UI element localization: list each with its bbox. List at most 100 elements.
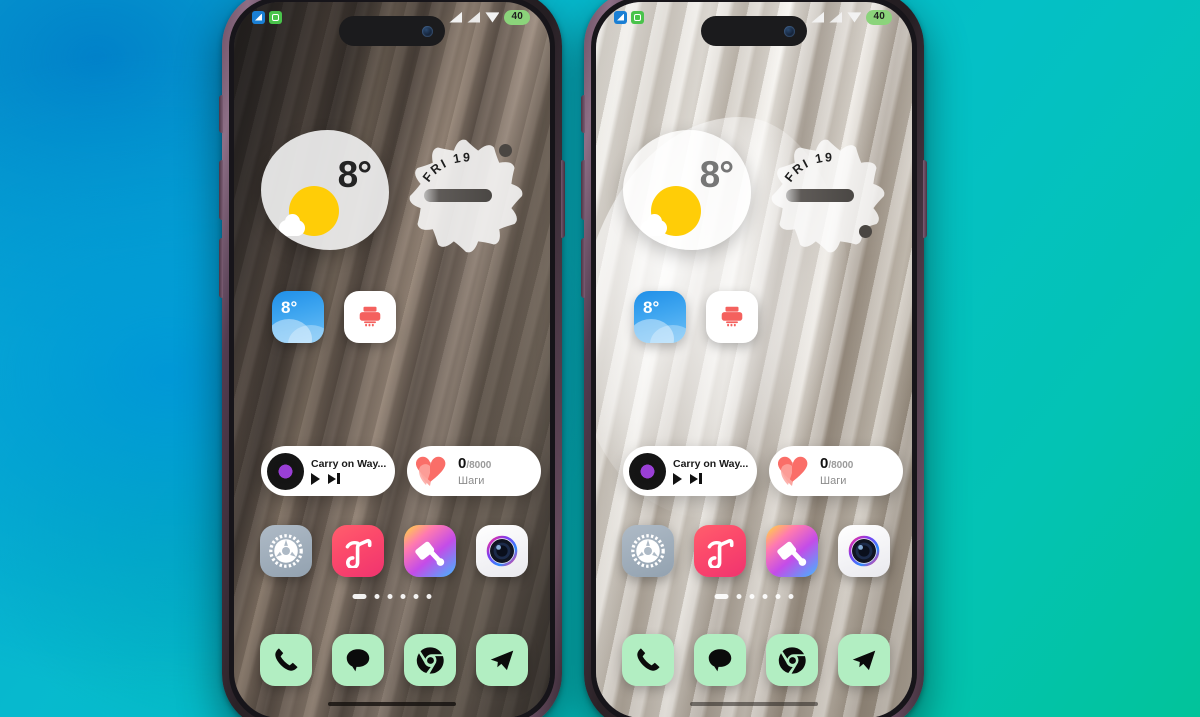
- telegram-app-icon[interactable]: [838, 634, 890, 686]
- page-dot[interactable]: [387, 594, 393, 599]
- clock-widget[interactable]: FRI 19: [764, 132, 892, 260]
- page-dot[interactable]: [788, 594, 794, 599]
- page-dot[interactable]: [374, 594, 380, 599]
- telegram-app-icon[interactable]: [476, 634, 528, 686]
- paint-roller-icon: [415, 541, 445, 566]
- themes-app-icon[interactable]: [404, 525, 456, 577]
- page-indicator[interactable]: [714, 594, 794, 599]
- weather-app-icon[interactable]: 8°: [272, 291, 324, 343]
- page-dot[interactable]: [762, 594, 768, 599]
- weather-widget[interactable]: 8°: [623, 130, 751, 250]
- music-app-icon[interactable]: [694, 525, 746, 577]
- settings-app-icon[interactable]: [260, 525, 312, 577]
- chrome-app-icon[interactable]: [766, 634, 818, 686]
- silent-switch-button[interactable]: [219, 238, 223, 298]
- silent-switch-button[interactable]: [581, 238, 585, 298]
- clock-seconds-dot: [859, 225, 872, 238]
- next-icon: [328, 473, 336, 484]
- weather-widget[interactable]: 8°: [261, 130, 389, 250]
- volume-up-button[interactable]: [581, 95, 585, 133]
- gear-icon: [269, 534, 303, 568]
- signal-icon: [829, 11, 843, 23]
- chrome-icon: [778, 646, 806, 674]
- dynamic-island[interactable]: [339, 16, 445, 46]
- page-dot[interactable]: [749, 594, 755, 599]
- volume-down-button[interactable]: [581, 160, 585, 220]
- steps-label: Шаги: [458, 474, 485, 487]
- steps-widget[interactable]: 0/8000 Шаги: [407, 446, 541, 496]
- printer-app-icon[interactable]: [344, 291, 396, 343]
- messages-app-icon[interactable]: [694, 634, 746, 686]
- music-widget[interactable]: Carry on Way...: [261, 446, 395, 496]
- camera-app-icon[interactable]: [476, 525, 528, 577]
- next-button[interactable]: [328, 473, 340, 485]
- next-bar: [337, 473, 340, 484]
- clock-date: 19: [452, 150, 472, 166]
- play-button[interactable]: [673, 472, 682, 485]
- themes-app-icon[interactable]: [766, 525, 818, 577]
- weather-temperature: 8°: [699, 154, 734, 195]
- page-dot-active[interactable]: [352, 594, 367, 599]
- music-controls: [311, 472, 386, 485]
- status-bar-left: [252, 10, 282, 24]
- camera-lens-icon: [848, 535, 880, 567]
- page-dot[interactable]: [736, 594, 742, 599]
- home-screen: 8° FRI 19 8° Carry on Way... 0/8000 Шаги: [596, 2, 912, 717]
- steps-count-row: 0/8000: [458, 456, 491, 473]
- clock-hand: [424, 189, 492, 202]
- album-art: [267, 452, 304, 490]
- clock-seconds-dot: [499, 144, 512, 157]
- page-dot[interactable]: [400, 594, 406, 599]
- heart-icon: [415, 455, 450, 487]
- weather-app-icon[interactable]: 8°: [634, 291, 686, 343]
- volume-down-button[interactable]: [219, 160, 223, 220]
- home-screen: 8° FRI 19 8° Carry on Way... 0/8000 Шаги: [234, 2, 550, 717]
- steps-info: 0/8000 Шаги: [820, 456, 853, 487]
- settings-app-icon[interactable]: [622, 525, 674, 577]
- front-camera-icon: [784, 25, 795, 37]
- svg-text:FRI 19: FRI 19: [420, 150, 472, 184]
- play-icon: [673, 472, 682, 485]
- music-title: Carry on Way...: [311, 457, 387, 470]
- play-icon: [311, 472, 320, 485]
- page-dot[interactable]: [775, 594, 781, 599]
- heart-icon: [777, 455, 812, 487]
- printer-app-icon[interactable]: [706, 291, 758, 343]
- phone-app-icon[interactable]: [260, 634, 312, 686]
- steps-widget[interactable]: 0/8000 Шаги: [769, 446, 903, 496]
- phone-app-icon[interactable]: [622, 634, 674, 686]
- cloud-icon: [279, 214, 305, 236]
- signal-icon: [467, 11, 481, 23]
- download-chip-icon: [614, 10, 627, 24]
- paper-plane-icon: [852, 650, 876, 671]
- messages-app-icon[interactable]: [332, 634, 384, 686]
- gesture-bar[interactable]: [690, 702, 818, 706]
- phone-left: 40 8° FRI 19 8° Carry on Way... 0/8000 Ш…: [219, 0, 565, 717]
- page-dot-active[interactable]: [714, 594, 729, 599]
- page-dot[interactable]: [413, 594, 419, 599]
- music-widget[interactable]: Carry on Way...: [623, 446, 757, 496]
- camera-lens-icon: [486, 535, 518, 567]
- page-dot[interactable]: [426, 594, 432, 599]
- phone-bezel: 40 8° FRI 19 8° Carry on Way... 0/8000 Ш…: [591, 0, 917, 717]
- power-button[interactable]: [923, 160, 927, 238]
- clock-widget[interactable]: FRI 19: [402, 132, 530, 260]
- album-art: [629, 452, 666, 490]
- page-indicator[interactable]: [352, 594, 432, 599]
- power-button[interactable]: [561, 160, 565, 238]
- chrome-icon: [416, 646, 444, 674]
- battery-percent: 40: [504, 9, 530, 25]
- steps-label: Шаги: [820, 474, 847, 487]
- play-button[interactable]: [311, 472, 320, 485]
- gesture-bar[interactable]: [328, 702, 456, 706]
- music-controls: [673, 472, 748, 485]
- music-note-icon: [345, 538, 372, 568]
- cloud-icon: [641, 214, 667, 236]
- music-app-icon[interactable]: [332, 525, 384, 577]
- volume-up-button[interactable]: [219, 95, 223, 133]
- dynamic-island[interactable]: [701, 16, 807, 46]
- chrome-app-icon[interactable]: [404, 634, 456, 686]
- camera-app-icon[interactable]: [838, 525, 890, 577]
- speech-bubble-icon: [346, 649, 370, 672]
- next-button[interactable]: [690, 473, 702, 485]
